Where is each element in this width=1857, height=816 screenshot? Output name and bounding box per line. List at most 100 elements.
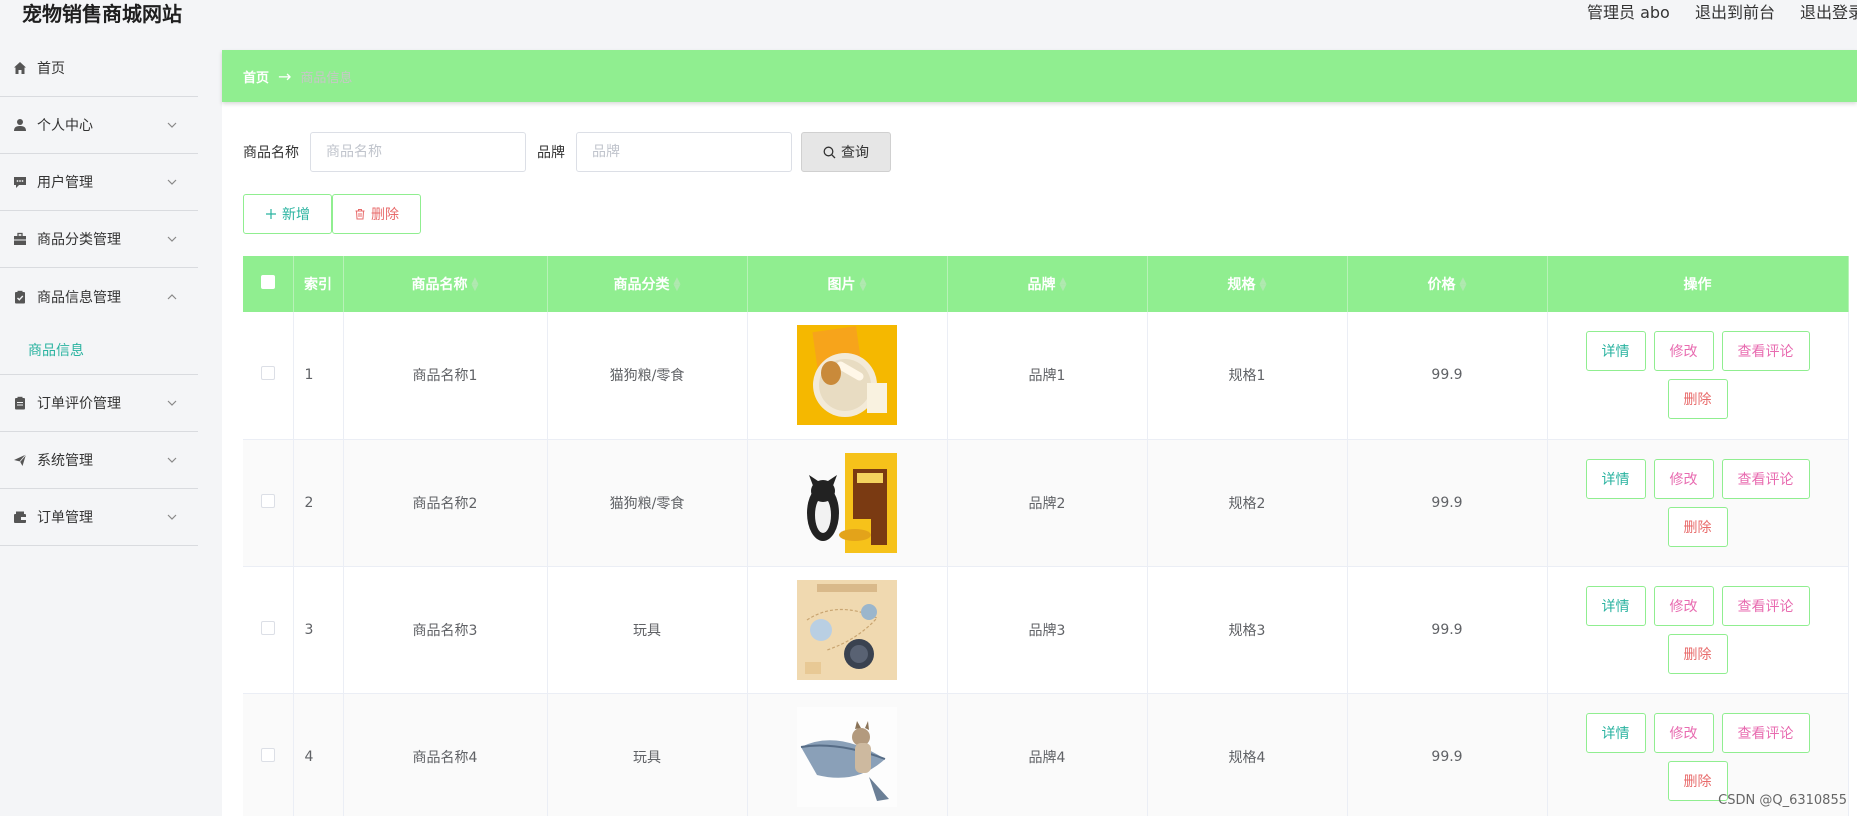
edit-button[interactable]: 修改 (1653, 331, 1714, 372)
product-name-label: 商品名称 (243, 145, 299, 161)
product-table: 索引 商品名称 ▲ ▼ 商品分类 ▲ ▼ 图片 ▲ ▼ 品牌 ▲ ▼ 规格 ▲ ▼ 价格 ▲ ▼ 操作 … (243, 256, 1849, 816)
breadcrumb-home[interactable]: 首页 (243, 67, 269, 86)
app-title: 宠物销售商城网站 (22, 2, 182, 26)
sidebar-subitem-product-info[interactable]: 商品信息 (0, 325, 198, 375)
product-thumbnail[interactable] (797, 706, 897, 807)
row-category: 猫狗粮/零食 (547, 312, 748, 439)
row-category: 玩具 (547, 693, 748, 816)
edit-button[interactable]: 修改 (1653, 585, 1714, 626)
plus-icon (266, 209, 276, 219)
briefcase-icon (13, 232, 27, 246)
user-icon (13, 118, 27, 132)
row-image-cell (747, 693, 948, 816)
row-image-cell (747, 439, 948, 566)
row-checkbox[interactable] (260, 366, 275, 381)
sort-icon[interactable]: ▲ ▼ (472, 277, 479, 293)
row-brand: 品牌2 (947, 439, 1148, 566)
row-ops-group: 详情 修改 查看评论 删除 (1583, 458, 1813, 547)
exit-front-link[interactable]: 退出到前台 (1695, 3, 1775, 22)
sort-icon[interactable]: ▲ ▼ (860, 277, 867, 293)
batch-delete-button-label: 删除 (371, 207, 399, 223)
sidebar-item-label: 订单管理 (37, 510, 93, 526)
row-spec: 规格3 (1147, 566, 1348, 693)
product-thumbnail[interactable] (797, 579, 897, 680)
sidebar-item-system-management[interactable]: 系统管理 (0, 432, 198, 489)
row-brand: 品牌1 (947, 312, 1148, 439)
sidebar-item-user-management[interactable]: 用户管理 (0, 154, 198, 211)
sidebar-item-home[interactable]: 首页 (0, 40, 198, 97)
brand-label: 品牌 (537, 145, 565, 161)
delete-button[interactable]: 删除 (1667, 633, 1728, 674)
row-name: 商品名称3 (343, 566, 548, 693)
delete-button[interactable]: 删除 (1667, 379, 1728, 420)
send-icon (13, 453, 27, 467)
watermark: CSDN @Q_6310855 (1718, 793, 1847, 808)
detail-button[interactable]: 详情 (1585, 458, 1646, 499)
sidebar-item-order-review-management[interactable]: 订单评价管理 (0, 375, 198, 432)
table-row: 2 商品名称2 猫狗粮/零食 品牌2 规格2 99.9 详情 修改 查看评论 删… (243, 439, 1849, 566)
clipboard-check-icon (13, 290, 27, 304)
row-checkbox[interactable] (260, 747, 275, 762)
view-reviews-button[interactable]: 查看评论 (1721, 331, 1810, 372)
product-thumbnail[interactable] (797, 452, 897, 553)
view-reviews-button[interactable]: 查看评论 (1721, 712, 1810, 753)
select-all-checkbox[interactable] (260, 275, 275, 289)
top-bar: 宠物销售商城网站 管理员 abo 退出到前台 退出登录 (0, 0, 1857, 38)
row-index: 4 (293, 693, 344, 816)
sort-icon[interactable]: ▲ ▼ (1260, 277, 1267, 293)
breadcrumb-arrow-icon: → (278, 66, 292, 86)
header-category-label: 商品分类 (613, 277, 670, 293)
view-reviews-button[interactable]: 查看评论 (1721, 585, 1810, 626)
logout-link[interactable]: 退出登录 (1800, 3, 1857, 22)
row-ops: 详情 修改 查看评论 删除 (1547, 312, 1849, 439)
row-select-cell (243, 693, 294, 816)
row-name: 商品名称4 (343, 693, 548, 816)
sidebar-item-category-management[interactable]: 商品分类管理 (0, 211, 198, 268)
wallet-icon (13, 510, 27, 524)
header-ops: 操作 (1547, 256, 1849, 312)
header-price[interactable]: 价格 ▲ ▼ (1347, 256, 1548, 312)
sidebar-item-label: 订单评价管理 (37, 396, 121, 412)
chevron-down-icon (167, 514, 177, 520)
chat-icon (13, 175, 27, 189)
row-select-cell (243, 566, 294, 693)
product-name-input[interactable] (310, 132, 526, 172)
delete-button[interactable]: 删除 (1667, 506, 1728, 547)
sort-icon[interactable]: ▲ ▼ (1460, 277, 1467, 293)
row-category: 玩具 (547, 566, 748, 693)
edit-button[interactable]: 修改 (1653, 712, 1714, 753)
query-button[interactable]: 查询 (801, 132, 891, 172)
edit-button[interactable]: 修改 (1653, 458, 1714, 499)
header-spec[interactable]: 规格 ▲ ▼ (1147, 256, 1348, 312)
sidebar-item-order-management[interactable]: 订单管理 (0, 489, 198, 546)
header-brand-label: 品牌 (1027, 277, 1056, 293)
chevron-down-icon (167, 122, 177, 128)
row-price: 99.9 (1347, 312, 1548, 439)
header-image[interactable]: 图片 ▲ ▼ (747, 256, 948, 312)
add-button[interactable]: 新增 (243, 194, 332, 234)
brand-input[interactable] (576, 132, 792, 172)
view-reviews-button[interactable]: 查看评论 (1721, 458, 1810, 499)
header-brand[interactable]: 品牌 ▲ ▼ (947, 256, 1148, 312)
row-checkbox[interactable] (260, 493, 275, 508)
sort-icon[interactable]: ▲ ▼ (1060, 277, 1067, 293)
batch-delete-button[interactable]: 删除 (332, 194, 421, 234)
header-name[interactable]: 商品名称 ▲ ▼ (343, 256, 548, 312)
breadcrumb: 首页 → 商品信息 (222, 50, 1857, 102)
row-price: 99.9 (1347, 566, 1548, 693)
header-category[interactable]: 商品分类 ▲ ▼ (547, 256, 748, 312)
search-icon (823, 146, 836, 158)
table-row: 3 商品名称3 玩具 品牌3 规格3 99.9 详情 修改 查看评论 删除 (243, 566, 1849, 693)
sidebar-item-personal-center[interactable]: 个人中心 (0, 97, 198, 154)
row-checkbox[interactable] (260, 620, 275, 635)
sort-icon[interactable]: ▲ ▼ (674, 277, 681, 293)
row-spec: 规格4 (1147, 693, 1348, 816)
row-spec: 规格2 (1147, 439, 1348, 566)
detail-button[interactable]: 详情 (1585, 585, 1646, 626)
header-select-all[interactable] (243, 256, 294, 312)
detail-button[interactable]: 详情 (1585, 712, 1646, 753)
detail-button[interactable]: 详情 (1585, 331, 1646, 372)
sidebar-item-product-info-management[interactable]: 商品信息管理 (0, 268, 198, 325)
row-image-cell (747, 566, 948, 693)
product-thumbnail[interactable] (797, 325, 897, 426)
